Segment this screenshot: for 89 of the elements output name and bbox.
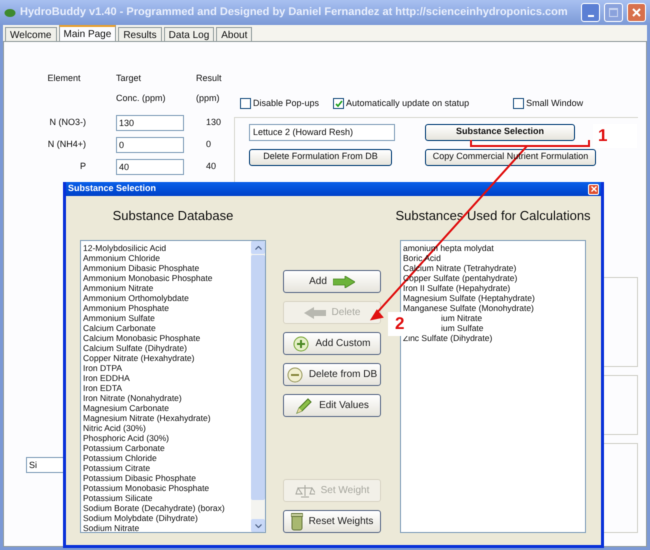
column-header: Target <box>116 72 142 85</box>
tab[interactable]: Welcome <box>5 27 56 41</box>
column-header: Result <box>196 72 223 85</box>
minimize-button[interactable] <box>581 3 600 22</box>
substance-item[interactable]: Magnesium Sulfate (Heptahydrate) <box>403 293 535 303</box>
dialog-button[interactable]: Edit Values <box>283 394 381 417</box>
close-button[interactable] <box>588 184 599 194</box>
substance-item[interactable]: Iron EDTA <box>83 383 251 393</box>
result-value: 40 <box>205 160 218 174</box>
column-header: Conc. (ppm) <box>116 92 167 105</box>
substance-item[interactable]: Potassium Dibasic Phosphate <box>83 473 251 483</box>
column-header: (ppm) <box>196 92 221 105</box>
checkbox[interactable] <box>333 98 344 110</box>
result-value: 130 <box>205 116 222 130</box>
substance-item[interactable]: Ammonium Nitrate <box>83 283 251 293</box>
substance-item[interactable]: Sodium Borate (Decahydrate) (borax) <box>83 503 251 513</box>
scale-icon <box>294 484 315 498</box>
substance-item[interactable]: Ammonium Phosphate <box>83 303 251 313</box>
substance-item[interactable]: Ammonium Dibasic Phosphate <box>83 263 251 273</box>
delete-formulation-button[interactable]: Delete Formulation From DB <box>249 148 392 166</box>
substance-item[interactable]: ium Sulfate <box>441 323 484 333</box>
target-field[interactable]: 130 <box>116 115 184 131</box>
tab[interactable]: Results <box>118 27 162 41</box>
checkbox-label: Automatically update on statup <box>346 97 470 110</box>
pencil-icon <box>295 396 314 414</box>
substance-database-list[interactable] <box>80 240 266 533</box>
substance-item[interactable]: Potassium Chloride <box>83 453 251 463</box>
substance-item[interactable]: Phosphoric Acid (30%) <box>83 433 251 443</box>
target-field[interactable]: 40 <box>116 159 184 175</box>
substance-item[interactable]: Ammonium Chloride <box>83 253 251 263</box>
substance-item[interactable]: Potassium Silicate <box>83 493 251 503</box>
column-header: Element <box>47 72 81 85</box>
substance-item[interactable]: Magnesium Nitrate (Hexahydrate) <box>83 413 251 423</box>
substance-item[interactable]: Iron Nitrate (Nonahydrate) <box>83 393 251 403</box>
scroll-down-icon <box>254 524 262 528</box>
substance-item[interactable]: Ammonium Monobasic Phosphate <box>83 273 251 283</box>
substance-item[interactable]: Sodium Molybdate (Dihydrate) <box>83 513 251 523</box>
left-arrow-icon <box>304 306 326 318</box>
checkbox[interactable] <box>513 98 524 110</box>
substance-item[interactable]: Ammonium Orthomolybdate <box>83 293 251 303</box>
substance-item[interactable]: 12-Molybdosilicic Acid <box>83 243 251 253</box>
used-heading: Substances Used for Calculations <box>395 207 591 225</box>
substance-selection-button[interactable]: Substance Selection <box>425 124 575 140</box>
plus-circle-icon <box>293 336 310 352</box>
element-label: N (NH4+) <box>48 138 87 152</box>
checkbox-label: Small Window <box>526 97 584 110</box>
database-heading: Substance Database <box>112 207 234 225</box>
checkbox[interactable] <box>240 98 251 110</box>
minus-circle-icon <box>286 366 303 382</box>
substance-item[interactable]: Calcium Carbonate <box>83 323 251 333</box>
close-button[interactable] <box>627 3 646 22</box>
substance-item[interactable]: Iron II Sulfate (Hepahydrate) <box>403 283 510 293</box>
substance-item[interactable]: Calcium Monobasic Phosphate <box>83 333 251 343</box>
close-icon <box>632 8 641 17</box>
scrollbar[interactable] <box>251 241 265 532</box>
dialog-button[interactable]: Delete from DB <box>283 363 381 386</box>
element-field[interactable]: Si <box>26 457 66 473</box>
substance-item[interactable]: Potassium Citrate <box>83 463 251 473</box>
scroll-up-icon <box>254 246 262 250</box>
tab[interactable]: Main Page <box>58 25 116 41</box>
substance-item[interactable]: Copper Nitrate (Hexahydrate) <box>83 353 251 363</box>
tab[interactable]: About <box>216 27 252 41</box>
element-label: P <box>80 160 87 174</box>
substance-item[interactable]: ium Nitrate <box>441 313 482 323</box>
dialog-button[interactable]: Add Custom <box>283 332 381 355</box>
substance-item[interactable]: Sodium Nitrate <box>83 523 251 532</box>
close-icon <box>590 186 596 192</box>
substance-item[interactable]: Calcium Sulfate (Dihydrate) <box>83 343 251 353</box>
result-value: 0 <box>205 138 212 152</box>
dialog-button[interactable]: Reset Weights <box>283 510 381 533</box>
target-field[interactable]: 0 <box>116 137 184 153</box>
substance-item[interactable]: Ammonium Sulfate <box>83 313 251 323</box>
right-arrow-icon <box>332 276 355 288</box>
substance-item[interactable]: Nitric Acid (30%) <box>83 423 251 433</box>
substance-item[interactable]: Manganese Sulfate (Monohydrate) <box>403 303 534 313</box>
substance-item[interactable]: Iron DTPA <box>83 363 251 373</box>
substance-item[interactable]: Potassium Monobasic Phosphate <box>83 483 251 493</box>
trash-can-icon <box>290 512 303 530</box>
formulation-field[interactable]: Lettuce 2 (Howard Resh) <box>249 124 395 140</box>
substance-item[interactable]: Potassium Carbonate <box>83 443 251 453</box>
checkbox-label: Disable Pop-ups <box>253 97 320 110</box>
dialog-button[interactable]: Add <box>283 270 381 293</box>
element-label: N (NO3-) <box>50 116 87 130</box>
tab[interactable]: Data Log <box>164 27 214 41</box>
substance-item[interactable]: Magnesium Carbonate <box>83 403 251 413</box>
checkmark-icon <box>334 100 343 108</box>
dialog-title: Substance Selection <box>68 182 156 196</box>
window-title: HydroBuddy v1.40 - Programmed and Designed by Daniel Fernandez at http://scienceinhydroponics.com <box>20 5 569 20</box>
substance-item[interactable]: Iron EDDHA <box>83 373 251 383</box>
